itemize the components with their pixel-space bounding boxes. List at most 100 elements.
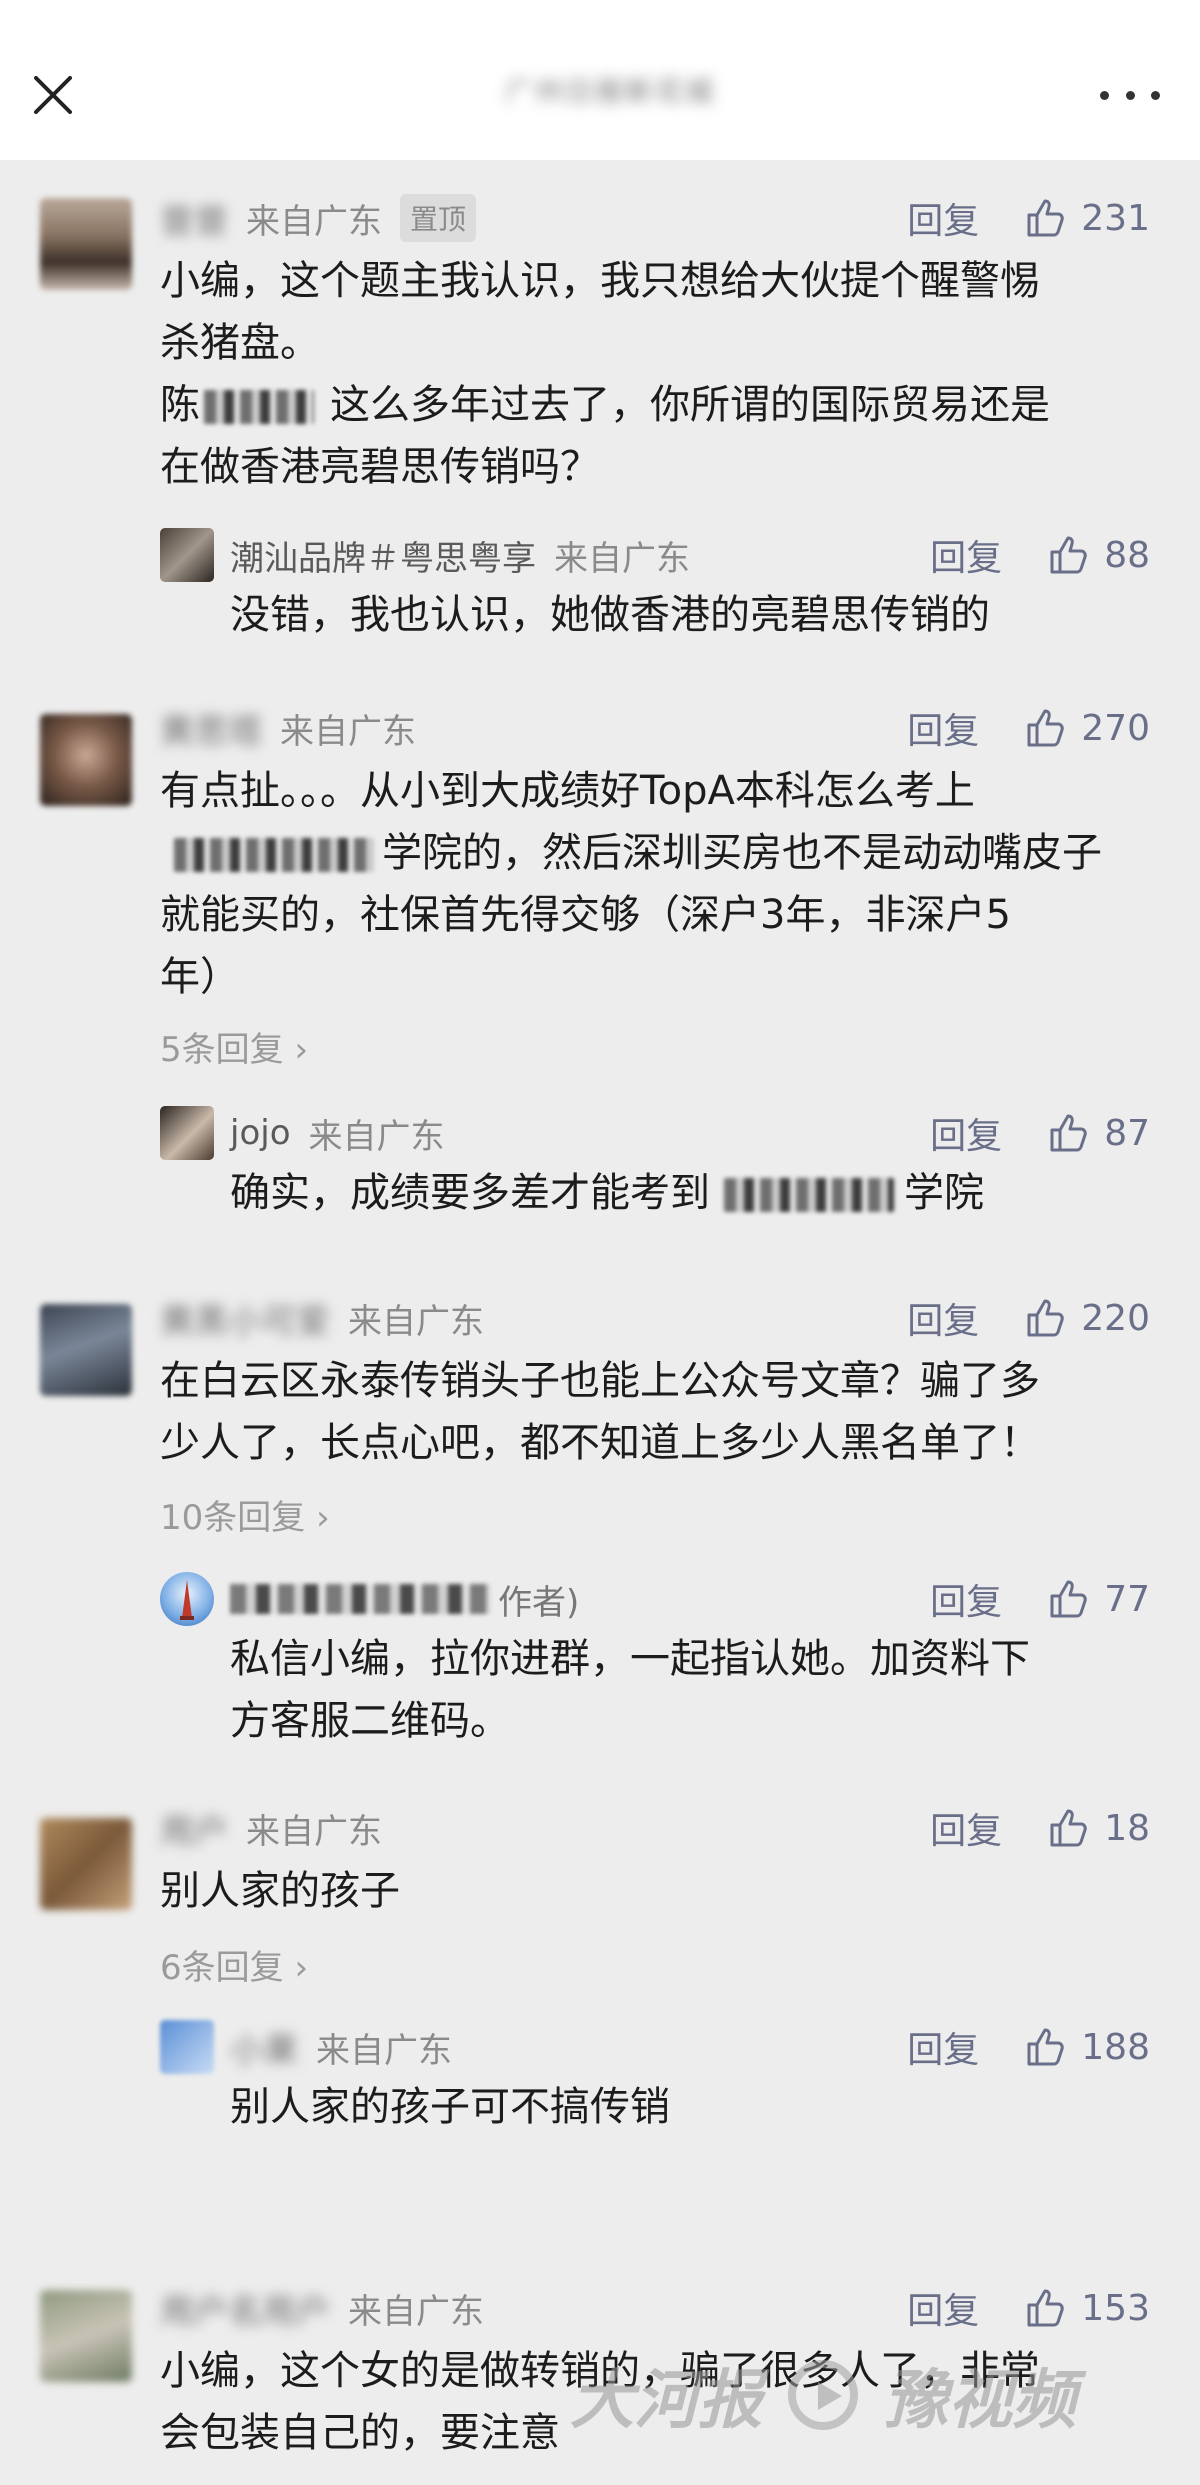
comment-list: 曾曾 来自广东 置顶 回复 231 小编，这个题主我认识，我只想给大伙提个醒警惕…	[0, 160, 1200, 2485]
reply-button[interactable]: 回复	[907, 1292, 979, 1344]
chevron-right-icon: ›	[283, 1030, 309, 1070]
replier-name[interactable]: jojo	[230, 1113, 291, 1153]
comment-line: 学院的，然后深圳买房也不是动动嘴皮子	[160, 822, 1150, 884]
location-label: 来自广东	[246, 201, 382, 242]
thumbs-up-icon	[1027, 2289, 1065, 2327]
reply-button[interactable]: 回复	[907, 192, 979, 244]
comment-line: 年）	[160, 954, 240, 1000]
avatar[interactable]	[160, 528, 214, 582]
comment-line: 方客服二维码。	[230, 1698, 510, 1744]
like-count: 231	[1081, 197, 1150, 239]
avatar[interactable]	[40, 198, 132, 290]
replier-name[interactable]: 小果	[230, 2023, 298, 2072]
avatar[interactable]	[40, 714, 132, 806]
comment-line: 小编，这个题主我认识，我只想给大伙提个醒警惕	[160, 258, 1040, 304]
comment-fragment: 这么多年过去了，你所谓的国际贸易还是	[330, 382, 1050, 428]
location-label: 来自广东	[554, 538, 690, 579]
comment-line: 就能买的，社保首先得交够（深户3年，非深户5	[160, 892, 1011, 938]
like-button[interactable]: 270	[1023, 706, 1150, 750]
reply-button[interactable]: 回复	[930, 529, 1002, 581]
comment-line: 陈 这么多年过去了，你所谓的国际贸易还是	[160, 374, 1150, 436]
thumbs-up-icon	[1050, 1809, 1087, 1847]
reply-button[interactable]: 回复	[907, 2282, 979, 2334]
more-replies-label: 10条回复	[160, 1498, 306, 1538]
commenter-name[interactable]: 用户	[160, 1804, 228, 1853]
thumbs-up-icon	[1027, 199, 1065, 237]
reply-button[interactable]: 回复	[930, 1573, 1002, 1625]
avatar[interactable]	[160, 1106, 214, 1160]
location-label: 来自广东	[246, 1811, 382, 1852]
like-button[interactable]: 87	[1046, 1111, 1150, 1155]
watermark: 大河报 豫视频	[570, 2340, 1190, 2450]
redacted-text	[204, 390, 314, 424]
pinned-badge: 置顶	[400, 194, 477, 242]
top-bar: 广州日报新花城	[0, 0, 1200, 160]
redacted-text	[174, 838, 374, 872]
chevron-right-icon: ›	[283, 1948, 309, 1988]
like-count: 270	[1081, 707, 1150, 749]
more-replies-link[interactable]: 6条回复 ›	[160, 1940, 308, 1989]
like-button[interactable]: 18	[1046, 1806, 1150, 1850]
like-button[interactable]: 231	[1023, 196, 1150, 240]
more-icon[interactable]	[1100, 80, 1160, 110]
like-count: 88	[1104, 534, 1150, 576]
more-replies-link[interactable]: 5条回复 ›	[160, 1022, 308, 1071]
like-count: 18	[1104, 1807, 1150, 1849]
comment-line: 有点扯。。。从小到大成绩好TopA本科怎么考上	[160, 768, 975, 814]
redacted-text	[724, 1178, 894, 1212]
like-button[interactable]: 88	[1046, 533, 1150, 577]
close-icon[interactable]	[28, 70, 78, 120]
comment-line: 私信小编，拉你进群，一起指认她。加资料下	[230, 1636, 1030, 1682]
like-button[interactable]: 220	[1023, 1296, 1150, 1340]
avatar[interactable]	[160, 1572, 214, 1626]
thumbs-up-icon	[1027, 709, 1065, 747]
reply-text: 确实，成绩要多差才能考到 学院	[230, 1162, 984, 1224]
watermark-right: 豫视频	[884, 2364, 1076, 2438]
like-count: 77	[1104, 1578, 1150, 1620]
replier-name[interactable]: 作者)	[498, 1575, 579, 1624]
reply-text: 没错，我也认识，她做香港的亮碧思传销的	[230, 592, 990, 638]
reply-button[interactable]: 回复	[907, 702, 979, 754]
thumbs-up-icon	[1027, 1299, 1065, 1337]
tower-icon	[180, 1580, 194, 1620]
watermark-left: 大河报	[570, 2364, 762, 2438]
more-replies-link[interactable]: 10条回复 ›	[160, 1490, 330, 1539]
comment-line: 在做香港亮碧思传销吗？	[160, 444, 600, 490]
like-button[interactable]: 77	[1046, 1577, 1150, 1621]
commenter-name[interactable]: 用户名用户	[160, 2284, 330, 2333]
location-label: 来自广东	[348, 2291, 484, 2332]
comment-line: 杀猪盘。	[160, 320, 320, 366]
commenter-name[interactable]: 黄思塔	[160, 704, 262, 753]
like-count: 153	[1081, 2287, 1150, 2329]
commenter-name[interactable]: 曾曾	[160, 194, 228, 243]
thumbs-up-icon	[1050, 1580, 1087, 1618]
comment-text: 在白云区永泰传销头子也能上公众号文章？骗了多 少人了，长点心吧，都不知道上多少人…	[160, 1350, 1150, 1474]
comment-line: 少人了，长点心吧，都不知道上多少人黑名单了！	[160, 1420, 1040, 1466]
page-title: 广州日报新花城	[504, 75, 715, 108]
avatar[interactable]	[40, 1304, 132, 1396]
commenter-name[interactable]: 黄黑小可爱	[160, 1294, 330, 1343]
reply-text: 私信小编，拉你进群，一起指认她。加资料下 方客服二维码。	[230, 1628, 1150, 1752]
location-label: 来自广东	[308, 1116, 445, 1157]
reply-button[interactable]: 回复	[907, 2021, 979, 2073]
avatar[interactable]	[160, 2020, 214, 2074]
avatar[interactable]	[40, 2290, 132, 2382]
location-label: 来自广东	[316, 2030, 452, 2071]
reply-text: 别人家的孩子可不搞传销	[230, 2084, 670, 2130]
location-label: 来自广东	[280, 711, 416, 752]
replier-name[interactable]: 潮汕品牌＃粤思粤享	[230, 531, 536, 580]
like-count: 220	[1081, 1297, 1150, 1339]
avatar[interactable]	[40, 1818, 132, 1910]
chevron-right-icon: ›	[305, 1498, 330, 1538]
comment-fragment: 确实，成绩要多差才能考到	[230, 1170, 710, 1216]
like-button[interactable]: 188	[1023, 2025, 1150, 2069]
comment-text: 有点扯。。。从小到大成绩好TopA本科怎么考上 学院的，然后深圳买房也不是动动嘴…	[160, 760, 1150, 1008]
comment-text: 小编，这个题主我认识，我只想给大伙提个醒警惕 杀猪盘。 陈 这么多年过去了，你所谓…	[160, 250, 1150, 498]
more-replies-label: 5条回复	[160, 1030, 284, 1070]
redacted-name	[230, 1584, 490, 1614]
reply-button[interactable]: 回复	[930, 1107, 1002, 1159]
like-button[interactable]: 153	[1023, 2286, 1150, 2330]
comment-line: 在白云区永泰传销头子也能上公众号文章？骗了多	[160, 1358, 1040, 1404]
like-count: 188	[1081, 2026, 1150, 2068]
reply-button[interactable]: 回复	[930, 1802, 1002, 1854]
